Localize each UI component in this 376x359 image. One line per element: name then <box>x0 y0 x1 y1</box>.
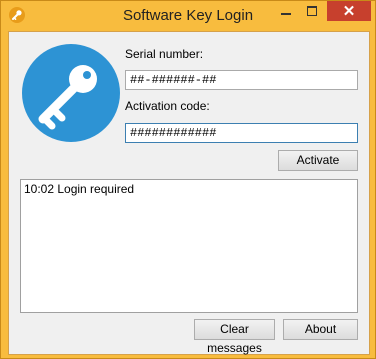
activation-code-label: Activation code: <box>125 99 210 113</box>
maximize-button[interactable] <box>299 1 325 21</box>
title-bar[interactable]: Software Key Login ✕ <box>1 1 375 31</box>
close-icon: ✕ <box>342 3 356 20</box>
log-entry: 10:02 Login required <box>24 182 135 196</box>
serial-number-input[interactable] <box>125 70 358 90</box>
activation-code-input[interactable] <box>125 123 358 143</box>
message-log[interactable]: 10:02 Login required <box>20 179 358 313</box>
about-button[interactable]: About <box>283 319 358 340</box>
key-logo-icon <box>22 44 120 142</box>
activate-button[interactable]: Activate <box>278 150 358 171</box>
minimize-button[interactable] <box>273 1 299 21</box>
app-window: Software Key Login ✕ Serial number: Acti… <box>0 0 376 359</box>
dialog-body: Serial number: Activation code: Activate… <box>8 31 370 355</box>
close-button[interactable]: ✕ <box>327 1 371 21</box>
clear-messages-button[interactable]: Clear messages <box>194 319 275 355</box>
serial-number-label: Serial number: <box>125 47 204 61</box>
